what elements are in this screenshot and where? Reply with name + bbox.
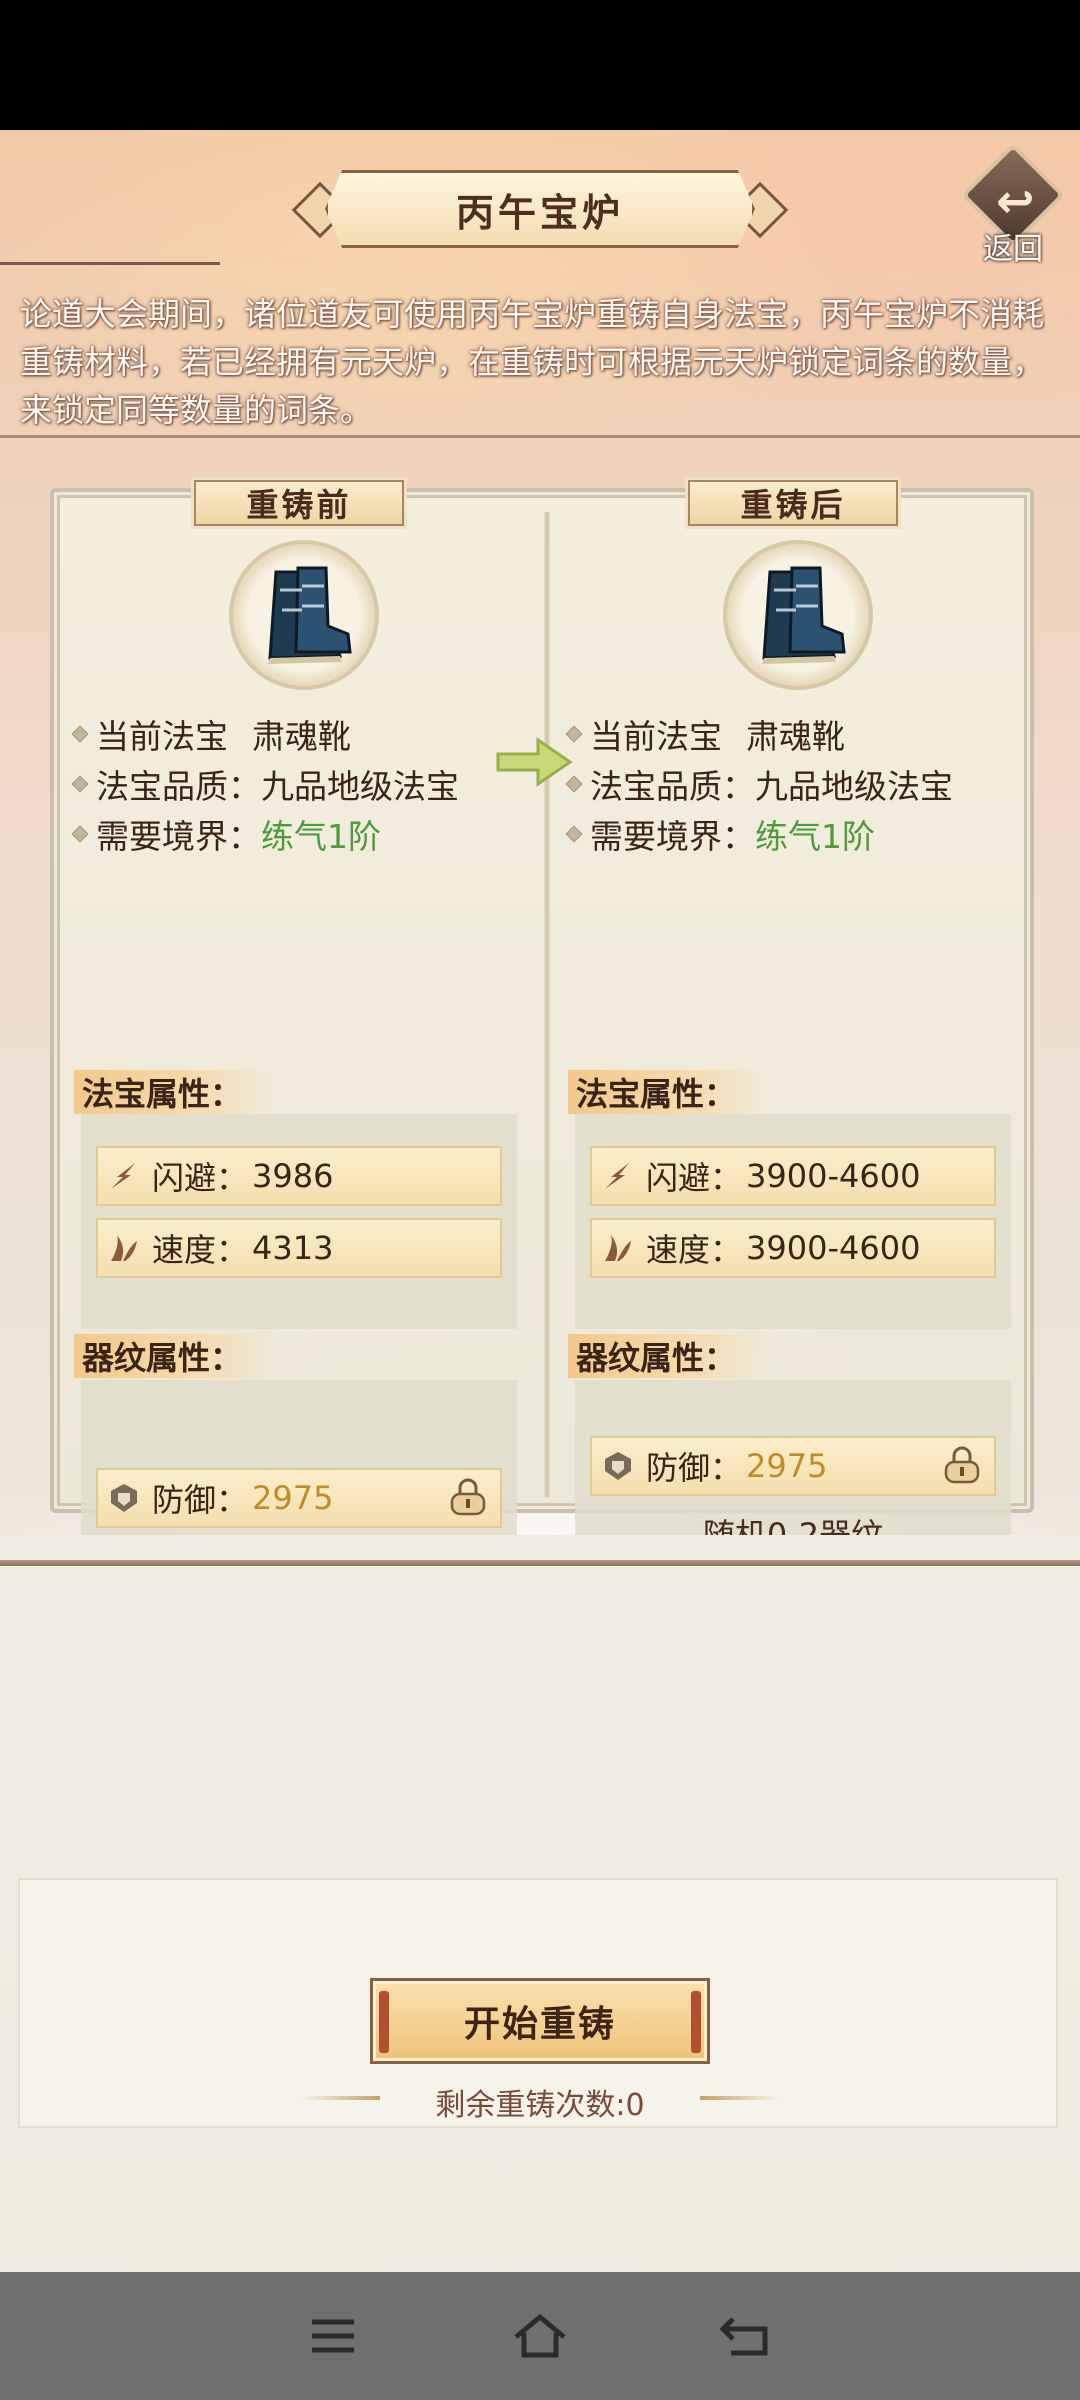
back-icon[interactable]	[712, 2301, 782, 2371]
attr-value: 3900-4600	[746, 1157, 921, 1195]
defense-icon	[106, 1480, 142, 1516]
current-item-row: 当前法宝 肃魂靴	[71, 710, 351, 758]
boots-icon	[256, 560, 352, 670]
realm-label: 需要境界：	[96, 817, 261, 856]
bullet-icon	[565, 775, 583, 793]
back-arrow-icon: ↩	[996, 174, 1035, 228]
quality-value: 九品地级法宝	[755, 767, 953, 806]
current-item-label: 当前法宝	[96, 717, 228, 756]
system-nav-bar	[0, 2272, 1080, 2400]
quality-value: 九品地级法宝	[261, 767, 459, 806]
attr-row-dodge: 闪避： 3986	[96, 1146, 502, 1206]
item-attr-box: 闪避： 3900-4600 速度： 3900-4600	[575, 1114, 1011, 1329]
pattern-label: 防御：	[646, 1449, 743, 1487]
dodge-icon	[600, 1158, 636, 1194]
dodge-icon	[106, 1158, 142, 1194]
remaining-count: 剩余重铸次数:0	[435, 2088, 645, 2123]
attr-value: 3900-4600	[746, 1229, 921, 1267]
lock-icon[interactable]	[446, 1478, 490, 1518]
page-title: 丙午宝炉	[455, 190, 624, 235]
pattern-value: 2975	[252, 1479, 334, 1517]
lock-icon[interactable]	[940, 1446, 984, 1486]
bullet-icon	[565, 725, 583, 743]
before-heading: 重铸前	[194, 480, 404, 526]
item-attr-heading: 法宝属性：	[568, 1070, 768, 1114]
menu-icon[interactable]	[298, 2301, 368, 2371]
current-item-label: 当前法宝	[590, 717, 722, 756]
current-item-name: 肃魂靴	[252, 717, 351, 756]
realm-row: 需要境界： 练气1阶	[71, 810, 381, 858]
bullet-icon	[71, 825, 89, 843]
realm-row: 需要境界： 练气1阶	[565, 810, 875, 858]
pattern-row-defense[interactable]: 防御： 2975	[590, 1436, 996, 1496]
attr-label: 速度：	[152, 1231, 249, 1269]
start-reforge-button[interactable]: 开始重铸	[370, 1978, 710, 2064]
realm-label: 需要境界：	[590, 817, 755, 856]
before-column: 重铸前 当前法宝 肃魂靴 法宝品质： 九品地级法宝 需要境界： 练气1阶 法宝属…	[54, 480, 544, 1612]
attr-row-dodge: 闪避： 3900-4600	[590, 1146, 996, 1206]
bullet-icon	[71, 775, 89, 793]
button-cap	[379, 1991, 389, 2053]
divider	[0, 435, 1080, 438]
quality-row: 法宝品质： 九品地级法宝	[71, 760, 459, 808]
attr-label: 闪避：	[152, 1159, 249, 1197]
item-attr-box: 闪避： 3986 速度： 4313	[81, 1114, 517, 1329]
bullet-icon	[565, 825, 583, 843]
after-heading: 重铸后	[688, 480, 898, 526]
item-slot-before[interactable]	[229, 540, 379, 690]
pattern-value: 2975	[746, 1447, 828, 1485]
pattern-attr-heading: 器纹属性：	[568, 1334, 768, 1378]
return-label: 返回	[983, 232, 1043, 267]
compare-panel: 重铸前 当前法宝 肃魂靴 法宝品质： 九品地级法宝 需要境界： 练气1阶 法宝属…	[50, 480, 1034, 1612]
pattern-label: 防御：	[152, 1481, 249, 1519]
attr-row-speed: 速度： 3900-4600	[590, 1218, 996, 1278]
attr-value: 4313	[252, 1229, 334, 1267]
item-attr-heading: 法宝属性：	[74, 1070, 274, 1114]
quality-row: 法宝品质： 九品地级法宝	[565, 760, 953, 808]
status-bar	[0, 0, 1080, 130]
title-plate: 丙午宝炉	[325, 170, 755, 248]
section-separator	[0, 1560, 1080, 1566]
speed-icon	[106, 1230, 142, 1266]
current-item-row: 当前法宝 肃魂靴	[565, 710, 845, 758]
speed-icon	[600, 1230, 636, 1266]
defense-icon	[600, 1448, 636, 1484]
pattern-row-defense[interactable]: 防御： 2975	[96, 1468, 502, 1528]
quality-label: 法宝品质：	[96, 767, 261, 806]
quality-label: 法宝品质：	[590, 767, 755, 806]
boots-icon	[750, 560, 846, 670]
after-column: 重铸后 当前法宝 肃魂靴 法宝品质： 九品地级法宝 需要境界： 练气1阶 法宝属…	[548, 480, 1038, 1612]
divider	[0, 262, 220, 265]
attr-row-speed: 速度： 4313	[96, 1218, 502, 1278]
attr-label: 闪避：	[646, 1159, 743, 1197]
attr-label: 速度：	[646, 1231, 743, 1269]
ornament	[700, 2096, 780, 2100]
intro-description: 论道大会期间，诸位道友可使用丙午宝炉重铸自身法宝，丙午宝炉不消耗重铸材料，若已经…	[20, 295, 1045, 429]
current-item-name: 肃魂靴	[746, 717, 845, 756]
bullet-icon	[71, 725, 89, 743]
item-slot-after[interactable]	[723, 540, 873, 690]
reforge-screen: 丙午宝炉 ↩ 返回 论道大会期间，诸位道友可使用丙午宝炉重铸自身法宝，丙午宝炉不…	[0, 130, 1080, 2272]
return-button[interactable]: ↩ 返回	[960, 142, 1066, 268]
home-icon[interactable]	[505, 2301, 575, 2371]
button-cap	[691, 1991, 701, 2053]
pattern-attr-heading: 器纹属性：	[74, 1334, 274, 1378]
realm-value: 练气1阶	[261, 817, 381, 856]
realm-value: 练气1阶	[755, 817, 875, 856]
start-reforge-label: 开始重铸	[463, 2004, 616, 2045]
attr-value: 3986	[252, 1157, 334, 1195]
